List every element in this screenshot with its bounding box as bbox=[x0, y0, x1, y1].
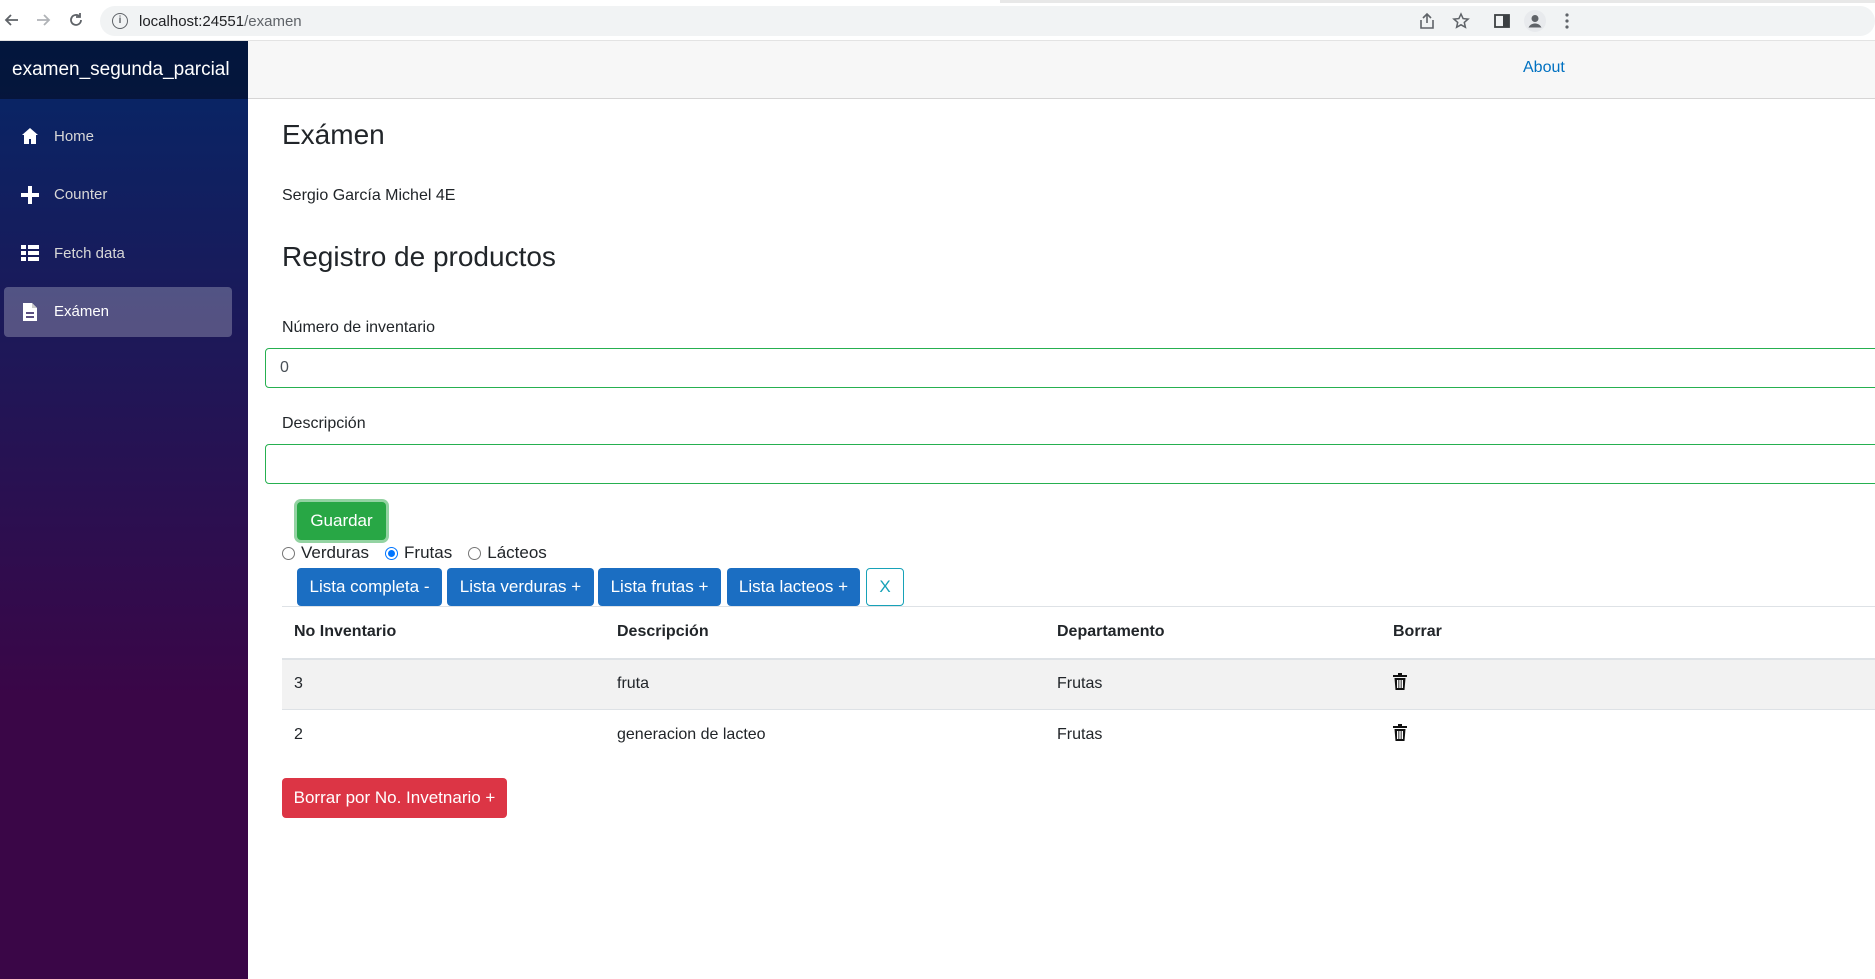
sidebar-item-examen[interactable]: Exámen bbox=[4, 286, 232, 337]
bookmark-star-icon[interactable] bbox=[1450, 10, 1472, 32]
menu-icon[interactable] bbox=[1556, 10, 1578, 32]
sidebar-item-label: Counter bbox=[54, 186, 108, 203]
cell-description: fruta bbox=[605, 658, 1045, 710]
col-delete-header: Borrar bbox=[1381, 606, 1875, 660]
brand-title[interactable]: examen_segunda_parcial bbox=[12, 59, 230, 81]
list-complete-button[interactable]: Lista completa - bbox=[297, 568, 442, 606]
address-bar[interactable]: i localhost:24551/examen bbox=[100, 6, 1875, 36]
col-inventory-header: No Inventario bbox=[282, 606, 605, 660]
clear-filter-button[interactable]: X bbox=[866, 568, 904, 606]
share-icon[interactable] bbox=[1416, 10, 1438, 32]
trash-icon[interactable] bbox=[1393, 673, 1407, 694]
radio-lacteos-label: Lácteos bbox=[487, 543, 547, 562]
sidebar-item-home[interactable]: Home bbox=[4, 111, 232, 161]
page-title: Exámen bbox=[282, 119, 385, 150]
table-row: 3 fruta Frutas bbox=[282, 658, 1875, 710]
home-icon bbox=[20, 126, 40, 146]
products-table: No Inventario Descripción Departamento B… bbox=[282, 606, 1875, 761]
description-input[interactable] bbox=[265, 444, 1875, 484]
department-radio-group: Verduras Frutas Lácteos bbox=[282, 543, 563, 563]
col-department-header: Departamento bbox=[1045, 606, 1381, 660]
save-button[interactable]: Guardar bbox=[297, 502, 386, 540]
col-description-header: Descripción bbox=[605, 606, 1045, 660]
list-dairy-button[interactable]: Lista lacteos + bbox=[727, 568, 860, 606]
cell-department: Frutas bbox=[1045, 709, 1381, 761]
tab-strip-edge bbox=[1000, 0, 1875, 3]
table-row: 2 generacion de lacteo Frutas bbox=[282, 709, 1875, 761]
cell-inventory: 2 bbox=[282, 709, 605, 761]
inventory-input[interactable]: 0 bbox=[265, 348, 1875, 388]
radio-frutas-label: Frutas bbox=[404, 543, 453, 562]
sidebar-nav: Home Counter Fetch data Exámen bbox=[0, 99, 248, 337]
radio-verduras-circle[interactable] bbox=[282, 546, 295, 560]
side-panel-icon[interactable] bbox=[1491, 10, 1513, 32]
cell-department: Frutas bbox=[1045, 658, 1381, 710]
description-label: Descripción bbox=[282, 415, 366, 432]
forward-icon[interactable] bbox=[31, 8, 55, 32]
plus-icon bbox=[20, 185, 40, 205]
inventory-label: Número de inventario bbox=[282, 319, 435, 336]
brand-bar: examen_segunda_parcial bbox=[0, 41, 248, 99]
document-icon bbox=[20, 302, 40, 322]
address-url: localhost:24551/examen bbox=[139, 12, 302, 30]
browser-toolbar: i localhost:24551/examen bbox=[0, 0, 1875, 41]
sidebar-item-label: Exámen bbox=[54, 303, 110, 320]
site-info-icon[interactable]: i bbox=[112, 13, 128, 29]
list-vegetables-button[interactable]: Lista verduras + bbox=[447, 568, 594, 606]
sidebar-item-counter[interactable]: Counter bbox=[4, 170, 232, 220]
student-name: Sergio García Michel 4E bbox=[282, 187, 456, 204]
sidebar-item-label: Fetch data bbox=[54, 244, 125, 262]
radio-frutas[interactable]: Frutas bbox=[385, 543, 452, 563]
list-fruits-button[interactable]: Lista frutas + bbox=[598, 568, 721, 606]
delete-by-inventory-button[interactable]: Borrar por No. Invetnario + bbox=[282, 778, 507, 818]
profile-avatar-icon[interactable] bbox=[1524, 10, 1546, 32]
trash-icon[interactable] bbox=[1393, 724, 1407, 745]
cell-inventory: 3 bbox=[282, 658, 605, 710]
sidebar: examen_segunda_parcial Home Counter Fetc… bbox=[0, 41, 248, 979]
back-icon[interactable] bbox=[0, 8, 24, 32]
reload-icon[interactable] bbox=[64, 8, 88, 32]
radio-verduras[interactable]: Verduras bbox=[282, 543, 369, 563]
table-header-row: No Inventario Descripción Departamento B… bbox=[282, 606, 1875, 660]
list-icon bbox=[20, 243, 40, 263]
about-link[interactable]: About bbox=[1523, 59, 1565, 77]
radio-frutas-circle[interactable] bbox=[385, 546, 399, 560]
top-row: About bbox=[248, 41, 1875, 99]
cell-delete bbox=[1381, 658, 1875, 710]
sidebar-item-fetch-data[interactable]: Fetch data bbox=[4, 228, 232, 278]
radio-verduras-label: Verduras bbox=[301, 543, 370, 562]
inventory-input-value: 0 bbox=[280, 359, 289, 376]
radio-lacteos[interactable]: Lácteos bbox=[468, 543, 547, 563]
sidebar-item-label: Home bbox=[54, 127, 95, 145]
cell-delete bbox=[1381, 709, 1875, 761]
section-title: Registro de productos bbox=[282, 241, 556, 272]
radio-lacteos-circle[interactable] bbox=[468, 546, 482, 560]
cell-description: generacion de lacteo bbox=[605, 709, 1045, 761]
